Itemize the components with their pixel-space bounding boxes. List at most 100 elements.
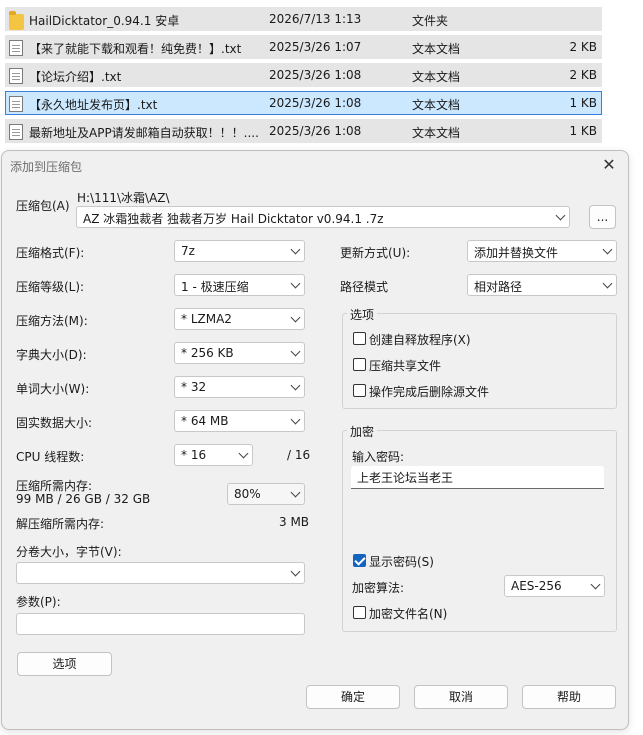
encryption-method-select[interactable]: AES-256 — [504, 575, 605, 597]
cpu-threads-select[interactable]: * 16 — [174, 444, 253, 466]
format-value: 7z — [181, 244, 195, 258]
file-type: 文本文档 — [412, 98, 461, 112]
solid-size-select[interactable]: * 64 MB — [174, 410, 305, 432]
chevron-down-icon — [290, 346, 301, 357]
file-date: 2025/3/26 1:07 — [269, 40, 362, 54]
method-select[interactable]: * LZMA2 — [174, 308, 305, 330]
file-name: 最新地址及APP请发邮箱自动获取！！！.... — [29, 126, 259, 140]
dict-size-select[interactable]: * 256 KB — [174, 342, 305, 364]
word-size-select[interactable]: * 32 — [174, 376, 305, 398]
mem-decompress-label: 解压缩所需内存: — [16, 517, 105, 531]
chevron-down-icon — [290, 278, 301, 289]
format-label: 压缩格式(F): — [16, 246, 85, 260]
archive-path: H:\111\冰霜\AZ\ — [77, 191, 170, 205]
file-name: 【论坛介绍】.txt — [29, 70, 122, 84]
help-button[interactable]: 帮助 — [522, 685, 616, 709]
file-row-txt-selected[interactable]: 【永久地址发布页】.txt 2025/3/26 1:08 文本文档 1 KB — [5, 91, 602, 115]
volume-label: 分卷大小，字节(V): — [16, 545, 122, 559]
level-select[interactable]: 1 - 极速压缩 — [174, 274, 305, 296]
file-row-folder[interactable]: HailDicktator_0.94.1 安卓 2026/7/13 1:13 文… — [5, 7, 602, 31]
encryption-group-title: 加密 — [347, 423, 378, 440]
folder-icon — [9, 11, 24, 30]
archive-label: 压缩包(A) — [16, 199, 70, 213]
file-row-txt[interactable]: 【来了就能下载和观看！纯免费！】.txt 2025/3/26 1:07 文本文档… — [5, 35, 602, 59]
text-file-icon — [9, 40, 23, 56]
level-label: 压缩等级(L): — [16, 280, 85, 294]
close-icon[interactable]: ✕ — [600, 155, 618, 174]
file-date: 2025/3/26 1:08 — [269, 68, 362, 82]
chevron-down-icon — [290, 566, 301, 577]
cpu-threads-value: * 16 — [181, 448, 207, 462]
method-value: * LZMA2 — [181, 312, 232, 326]
mem-compress-value: 80% — [234, 487, 261, 501]
encryption-method-value: AES-256 — [511, 579, 562, 593]
params-label: 参数(P): — [16, 595, 61, 609]
word-size-label: 单词大小(W): — [16, 382, 90, 396]
sfx-checkbox[interactable] — [353, 332, 366, 345]
show-password-checkbox[interactable] — [353, 554, 366, 567]
path-mode-select[interactable]: 相对路径 — [467, 274, 617, 296]
chevron-down-icon — [290, 380, 301, 391]
delete-after-checkbox[interactable] — [353, 384, 366, 397]
encrypt-names-label: 加密文件名(N) — [369, 607, 448, 621]
file-row-txt[interactable]: 【论坛介绍】.txt 2025/3/26 1:08 文本文档 2 KB — [5, 63, 602, 87]
file-size: 2 KB — [569, 68, 597, 82]
params-input[interactable] — [16, 613, 305, 635]
chevron-down-icon — [602, 244, 613, 255]
shared-files-checkbox[interactable] — [353, 358, 366, 371]
text-file-icon — [9, 68, 23, 84]
password-label: 输入密码: — [352, 450, 405, 464]
file-type: 文本文档 — [412, 42, 461, 56]
chevron-down-icon — [590, 579, 601, 590]
file-date: 2025/3/26 1:08 — [269, 124, 362, 138]
level-value: 1 - 极速压缩 — [181, 280, 249, 294]
file-type: 文本文档 — [412, 70, 461, 84]
text-file-icon — [9, 96, 23, 112]
options-group-title: 选项 — [347, 306, 378, 323]
solid-size-value: * 64 MB — [181, 414, 229, 428]
solid-size-label: 固实数据大小: — [16, 416, 93, 430]
delete-after-label: 操作完成后删除源文件 — [369, 385, 490, 399]
chevron-down-icon — [290, 487, 301, 498]
ok-button[interactable]: 确定 — [306, 685, 400, 709]
file-name: HailDicktator_0.94.1 安卓 — [29, 14, 180, 28]
volume-size-combo[interactable] — [16, 562, 305, 584]
format-select[interactable]: 7z — [174, 240, 305, 262]
update-mode-select[interactable]: 添加并替换文件 — [467, 240, 617, 262]
shared-files-label: 压缩共享文件 — [369, 359, 442, 373]
file-size: 1 KB — [569, 96, 597, 110]
sfx-label: 创建自释放程序(X) — [369, 333, 471, 347]
file-date: 2026/7/13 1:13 — [269, 12, 362, 26]
dialog-title: 添加到压缩包 — [10, 160, 83, 174]
update-mode-value: 添加并替换文件 — [474, 246, 559, 260]
mem-decompress-value: 3 MB — [279, 515, 310, 529]
file-date: 2025/3/26 1:08 — [269, 96, 362, 110]
cpu-threads-max: / 16 — [287, 448, 311, 462]
chevron-down-icon — [602, 278, 613, 289]
file-type: 文件夹 — [412, 14, 449, 28]
chevron-down-icon — [238, 448, 249, 459]
file-name: 【来了就能下载和观看！纯免费！】.txt — [29, 42, 242, 56]
add-to-archive-dialog: 添加到压缩包 ✕ 压缩包(A) H:\111\冰霜\AZ\ AZ 冰霜独裁者 独… — [1, 150, 629, 730]
dict-size-label: 字典大小(D): — [16, 348, 87, 362]
file-size: 1 KB — [569, 124, 597, 138]
mem-compress-select[interactable]: 80% — [227, 483, 305, 505]
file-name: 【永久地址发布页】.txt — [29, 98, 158, 112]
text-file-icon — [9, 124, 23, 140]
file-list: HailDicktator_0.94.1 安卓 2026/7/13 1:13 文… — [0, 0, 643, 150]
encrypt-names-checkbox[interactable] — [353, 606, 366, 619]
method-label: 压缩方法(M): — [16, 314, 88, 328]
chevron-down-icon — [290, 244, 301, 255]
cpu-threads-label: CPU 线程数: — [16, 450, 85, 464]
archive-name-combo[interactable]: AZ 冰霜独裁者 独裁者万岁 Hail Dicktator v0.94.1 .7… — [76, 206, 570, 228]
chevron-down-icon — [290, 312, 301, 323]
options-button[interactable]: 选项 — [17, 652, 112, 676]
cancel-button[interactable]: 取消 — [414, 685, 508, 709]
password-input[interactable]: 上老王论坛当老王 — [351, 466, 604, 489]
chevron-down-icon — [555, 210, 566, 221]
mem-compress-detail: 99 MB / 26 GB / 32 GB — [16, 492, 151, 506]
word-size-value: * 32 — [181, 380, 207, 394]
file-row-txt[interactable]: 最新地址及APP请发邮箱自动获取！！！.... 2025/3/26 1:08 文… — [5, 119, 602, 143]
browse-button[interactable]: ... — [589, 205, 616, 229]
dict-size-value: * 256 KB — [181, 346, 234, 360]
